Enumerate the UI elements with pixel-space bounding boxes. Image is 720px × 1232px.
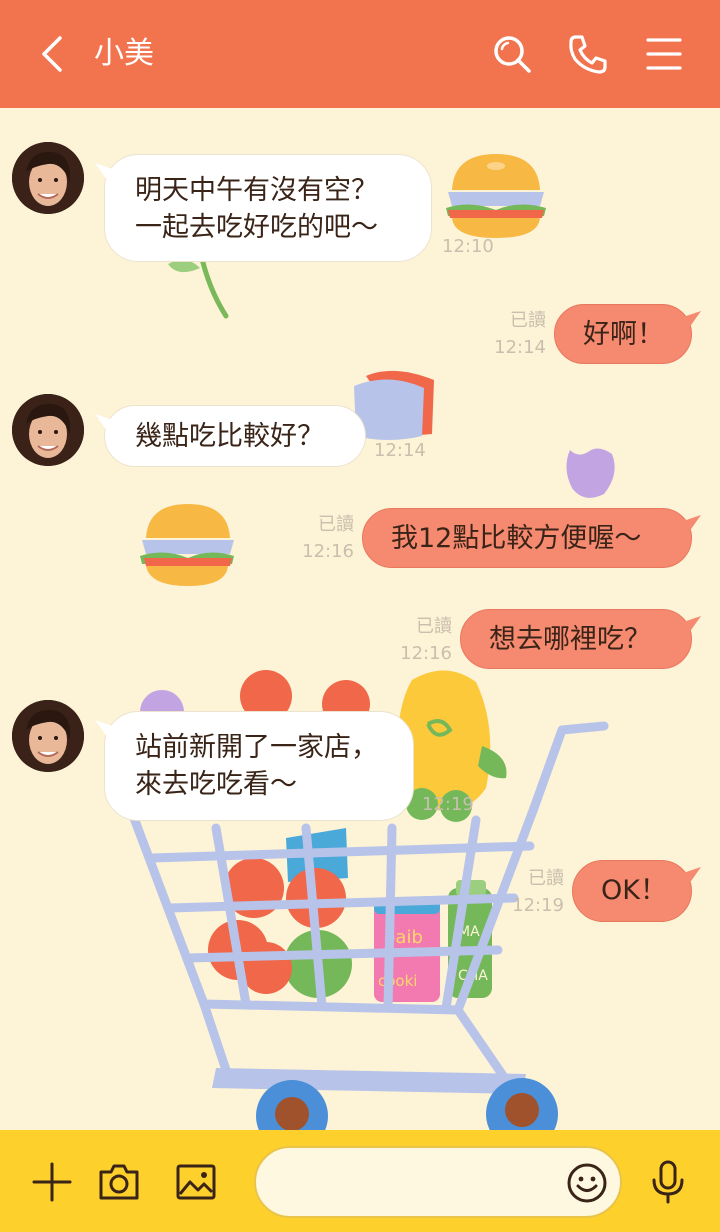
burger-sticker-icon [446,154,546,238]
message-time: 12:16 [302,541,354,562]
phone-icon[interactable] [566,32,610,76]
message-bubble-outgoing[interactable]: 我12點比較方便喔～ [362,508,692,568]
chevron-left-icon[interactable] [34,34,74,74]
camera-icon[interactable] [97,1160,141,1204]
read-receipt: 已讀 [510,310,546,331]
message-time: 12:14 [494,337,546,358]
contact-avatar[interactable] [12,394,84,466]
read-receipt: 已讀 [416,616,452,637]
menu-icon[interactable] [642,32,686,76]
message-input-box[interactable] [254,1146,622,1218]
message-input[interactable] [280,1162,564,1204]
chat-header: 小美 [0,0,720,108]
search-icon[interactable] [490,32,534,76]
avatar-portrait-icon [12,700,84,772]
contact-name: 小美 [94,36,154,71]
read-receipt: 已讀 [318,514,354,535]
emoji-icon[interactable] [566,1162,608,1204]
message-time: 12:19 [512,895,564,916]
message-time: 12:14 [374,440,426,461]
plus-icon[interactable] [30,1160,74,1204]
message-time: 12:16 [400,643,452,664]
read-receipt: 已讀 [528,868,564,889]
message-bubble-incoming[interactable]: 幾點吃比較好？ [104,405,366,467]
message-bubble-outgoing[interactable]: 好啊！ [554,304,692,364]
message-time: 12:10 [442,236,494,257]
contact-avatar[interactable] [12,142,84,214]
message-time: 12:19 [422,794,474,815]
avatar-portrait-icon [12,394,84,466]
burger-sticker-2-icon [140,504,234,586]
chat-area[interactable]: baib cooki MA CHA 明天中午有沒有空？ 一起去吃好吃的吧～ 12… [0,108,720,1130]
message-composer [0,1130,720,1232]
message-bubble-incoming[interactable]: 明天中午有沒有空？ 一起去吃好吃的吧～ [104,154,432,262]
tulip-icon [566,448,615,498]
microphone-icon[interactable] [646,1160,690,1204]
avatar-portrait-icon [12,142,84,214]
svg-text:cooki: cooki [378,972,417,990]
message-bubble-outgoing[interactable]: OK！ [572,860,692,922]
message-bubble-outgoing[interactable]: 想去哪裡吃？ [460,609,692,669]
message-bubble-incoming[interactable]: 站前新開了一家店， 來去吃吃看～ [104,711,414,821]
contact-avatar[interactable] [12,700,84,772]
image-icon[interactable] [174,1160,218,1204]
